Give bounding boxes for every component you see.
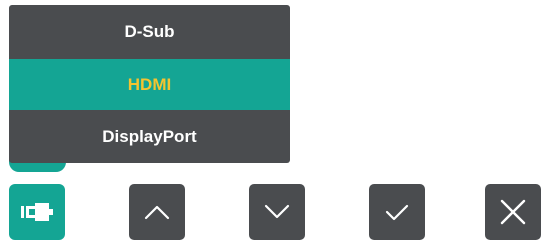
menu-item-d-sub[interactable]: D-Sub <box>9 5 290 59</box>
menu-item-label: DisplayPort <box>102 126 197 146</box>
input-source-icon <box>20 201 54 223</box>
menu-item-hdmi[interactable]: HDMI <box>9 59 290 110</box>
menu-item-label: HDMI <box>127 74 172 94</box>
menu-item-displayport[interactable]: DisplayPort <box>9 110 290 163</box>
up-button[interactable] <box>129 184 185 240</box>
chevron-down-icon <box>263 203 291 221</box>
input-source-button[interactable] <box>9 184 65 240</box>
menu-item-label: D-Sub <box>124 22 175 41</box>
checkmark-icon <box>384 202 410 222</box>
down-button[interactable] <box>249 184 305 240</box>
input-source-menu: D-Sub HDMI DisplayPort <box>9 5 290 163</box>
chevron-up-icon <box>143 203 171 221</box>
confirm-button[interactable] <box>369 184 425 240</box>
close-icon <box>499 198 527 226</box>
close-button[interactable] <box>485 184 541 240</box>
